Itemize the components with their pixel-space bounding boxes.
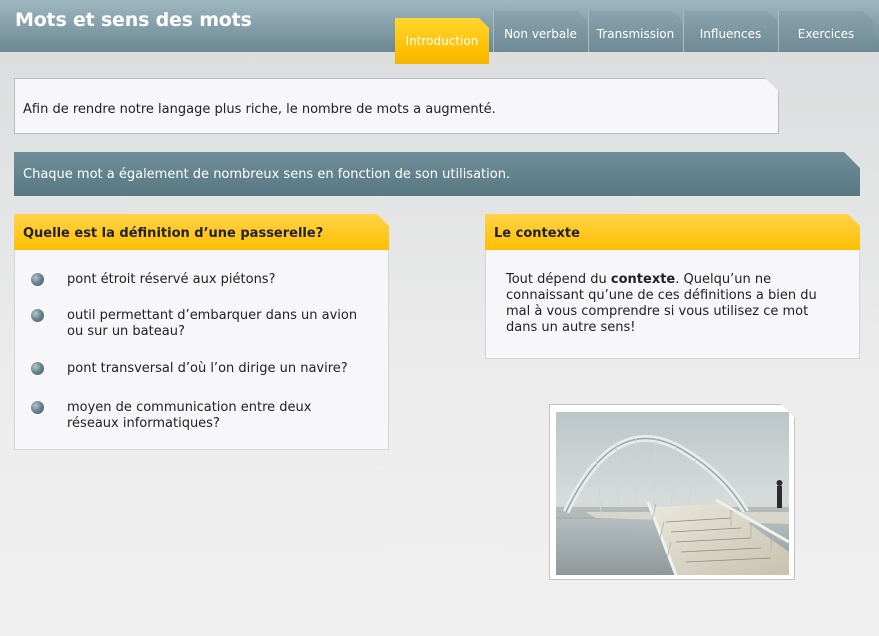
- tab-transmission[interactable]: Transmission: [588, 11, 682, 52]
- answer-option-text[interactable]: pont transversal d’où l’on dirige un nav…: [67, 361, 367, 377]
- bridge-photo-frame: [549, 404, 795, 580]
- bullet-icon: [31, 362, 44, 375]
- tab-influences[interactable]: Influences: [683, 11, 777, 52]
- context-keyword: contexte: [610, 272, 676, 287]
- banner: Chaque mot a également de nombreux sens …: [14, 152, 860, 196]
- intro-text: Afin de rendre notre langage plus riche,…: [23, 102, 496, 117]
- question-panel: pont étroit réservé aux piétons? outil p…: [14, 250, 389, 450]
- context-text: Tout dépend du contexte. Quelqu’un ne co…: [506, 272, 836, 336]
- context-text-part: Tout dépend du: [506, 272, 611, 287]
- bullet-icon: [31, 273, 44, 286]
- question-panel-header: Quelle est la définition d’une passerell…: [14, 214, 389, 250]
- context-title: Le contexte: [494, 226, 580, 241]
- context-panel: Tout dépend du contexte. Quelqu’un ne co…: [485, 250, 860, 359]
- tab-introduction[interactable]: Introduction: [395, 18, 489, 64]
- intro-box: Afin de rendre notre langage plus riche,…: [14, 78, 779, 134]
- question-title: Quelle est la définition d’une passerell…: [23, 226, 324, 241]
- context-panel-header: Le contexte: [485, 214, 860, 250]
- banner-text: Chaque mot a également de nombreux sens …: [23, 167, 511, 182]
- bullet-icon: [31, 309, 44, 322]
- answer-option-text[interactable]: moyen de communication entre deux réseau…: [67, 400, 367, 432]
- answer-option-text[interactable]: pont étroit réservé aux piétons?: [67, 272, 367, 288]
- bullet-icon: [31, 401, 44, 414]
- footbridge-image: [556, 412, 789, 575]
- app-title: Mots et sens des mots: [15, 9, 252, 31]
- bridge-photo: [556, 412, 789, 575]
- tab-non-verbale[interactable]: Non verbale: [493, 11, 587, 52]
- tab-exercices[interactable]: Exercices: [778, 11, 873, 52]
- answer-option-text[interactable]: outil permettant d’embarquer dans un avi…: [67, 308, 367, 340]
